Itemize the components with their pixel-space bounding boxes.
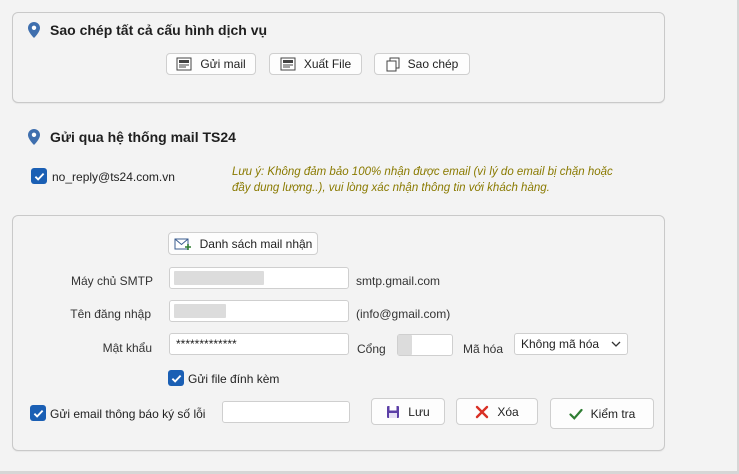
close-icon — [476, 405, 489, 418]
sender-email-label: no_reply@ts24.com.vn — [52, 170, 175, 184]
error-notify-checkbox[interactable] — [30, 405, 46, 421]
save-label: Lưu — [408, 404, 430, 419]
location-pin-icon — [28, 129, 40, 145]
send-mail-label: Gửi mail — [200, 57, 246, 71]
test-label: Kiểm tra — [590, 406, 636, 421]
send-mail-button[interactable]: Gửi mail — [166, 53, 256, 75]
copy-config-title: Sao chép tất cả cấu hình dịch vụ — [50, 22, 268, 38]
copy-config-heading: Sao chép tất cả cấu hình dịch vụ — [28, 22, 267, 38]
mail-document-icon — [176, 57, 192, 71]
encryption-value: Không mã hóa — [521, 337, 600, 351]
redacted-value — [398, 335, 412, 355]
username-label: Tên đăng nhập — [70, 307, 151, 321]
copy-button[interactable]: Sao chép — [374, 53, 470, 75]
mail-add-icon — [174, 238, 191, 250]
smtp-server-label: Máy chủ SMTP — [70, 274, 153, 288]
test-button[interactable]: Kiểm tra — [550, 398, 654, 429]
redacted-value — [174, 271, 264, 285]
error-notify-label: Gửi email thông báo ký số lỗi — [50, 407, 206, 421]
encryption-select[interactable]: Không mã hóa — [514, 333, 628, 355]
port-label: Cổng — [357, 342, 386, 356]
attach-file-label: Gửi file đính kèm — [188, 372, 280, 386]
checkmark-icon — [34, 172, 44, 181]
sender-email-checkbox[interactable] — [31, 168, 47, 184]
copy-icon — [386, 57, 400, 71]
smtp-server-hint: smtp.gmail.com — [356, 274, 441, 288]
delivery-note: Lưu ý: Không đảm bảo 100% nhận được emai… — [232, 166, 613, 194]
location-pin-icon — [28, 22, 40, 38]
encryption-label: Mã hóa — [463, 342, 504, 356]
check-icon — [569, 408, 583, 420]
error-notify-input[interactable] — [222, 401, 350, 423]
copy-label: Sao chép — [407, 57, 459, 71]
ts24-mail-heading: Gửi qua hệ thống mail TS24 — [28, 129, 236, 145]
recipient-list-label: Danh sách mail nhận — [199, 236, 313, 251]
export-document-icon — [280, 57, 296, 71]
attach-file-checkbox[interactable] — [168, 370, 184, 386]
export-file-button[interactable]: Xuất File — [269, 53, 362, 75]
password-value: ************* — [176, 337, 237, 351]
delete-label: Xóa — [497, 404, 519, 419]
delete-button[interactable]: Xóa — [456, 398, 538, 425]
checkmark-icon — [171, 374, 181, 383]
username-input[interactable] — [169, 300, 349, 322]
redacted-value — [174, 304, 226, 318]
save-icon — [387, 405, 400, 418]
chevron-down-icon — [611, 341, 621, 347]
export-file-label: Xuất File — [303, 57, 352, 71]
password-label: Mật khẩu — [102, 341, 152, 355]
port-input[interactable] — [397, 334, 453, 356]
ts24-mail-title: Gửi qua hệ thống mail TS24 — [50, 129, 236, 145]
username-hint: (info@gmail.com) — [356, 307, 451, 321]
recipient-list-button[interactable]: Danh sách mail nhận — [168, 232, 318, 255]
save-button[interactable]: Lưu — [371, 398, 445, 425]
password-input[interactable]: ************* — [169, 333, 349, 355]
smtp-server-input[interactable] — [169, 267, 349, 289]
checkmark-icon — [33, 409, 43, 418]
